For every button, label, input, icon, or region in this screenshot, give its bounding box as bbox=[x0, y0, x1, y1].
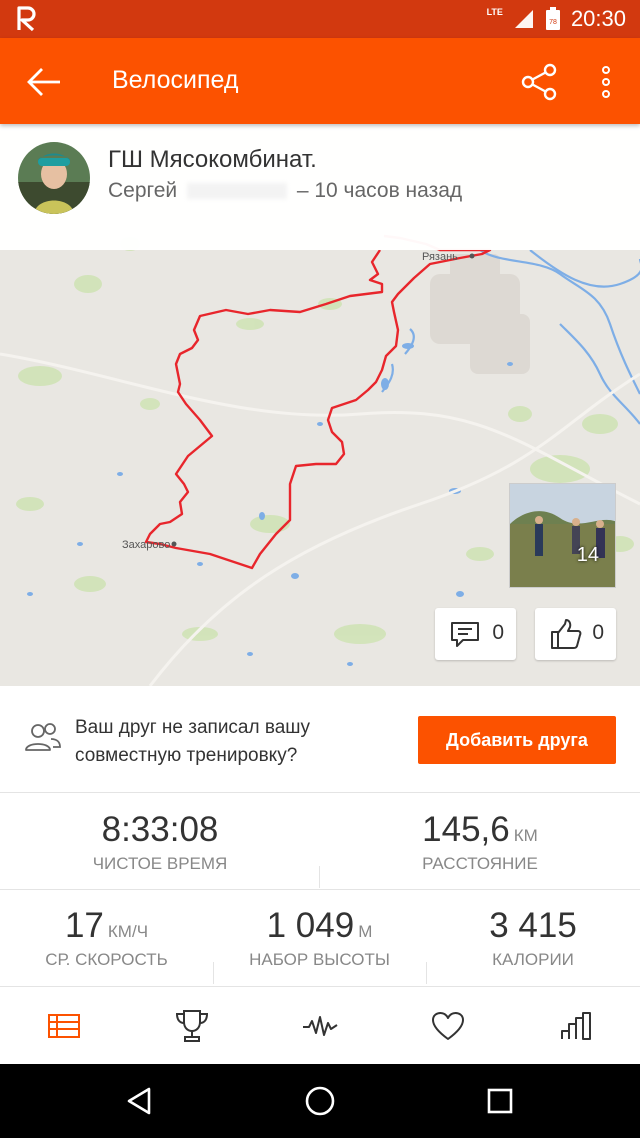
clock: 20:30 bbox=[570, 6, 626, 31]
status-bar: LTE 78 20:30 bbox=[0, 0, 640, 38]
nav-back-button[interactable] bbox=[80, 1064, 200, 1138]
add-friend-button[interactable]: Добавить друга bbox=[418, 716, 616, 764]
avg-speed-unit: КМ/Ч bbox=[107, 922, 149, 941]
distance-unit: КМ bbox=[513, 826, 538, 845]
comment-button[interactable]: 0 bbox=[435, 608, 516, 660]
network-type: LTE bbox=[486, 7, 503, 17]
distance-label: РАССТОЯНИЕ bbox=[422, 854, 538, 873]
divider bbox=[213, 962, 214, 984]
add-friend-prompt: Ваш друг не записал вашу совместную трен… bbox=[0, 686, 640, 793]
trophy-icon bbox=[175, 1010, 209, 1042]
tab-stats[interactable] bbox=[512, 987, 640, 1065]
comment-icon bbox=[451, 622, 479, 647]
activity-meta: Сергей – 10 часов назад bbox=[108, 179, 462, 203]
redacted-surname bbox=[186, 183, 287, 200]
nav-recents-button[interactable] bbox=[440, 1064, 560, 1138]
distance-value: 145,6 bbox=[422, 810, 510, 849]
tab-analysis[interactable] bbox=[256, 987, 384, 1065]
calories-label: КАЛОРИИ bbox=[492, 950, 574, 969]
avg-speed-value: 17 bbox=[64, 906, 104, 945]
thumbs-up-icon bbox=[551, 619, 582, 649]
activity-time-ago: – 10 часов назад bbox=[296, 179, 463, 202]
activity-stats: 8:33:08 ЧИСТОЕ ВРЕМЯ 145,6 КМ РАССТОЯНИЕ … bbox=[0, 794, 640, 986]
elevation-value: 1 049 bbox=[266, 906, 355, 945]
kudos-button[interactable]: 0 bbox=[535, 608, 616, 660]
elevation-label: НАБОР ВЫСОТЫ bbox=[249, 950, 390, 969]
heart-icon bbox=[432, 1012, 464, 1040]
stat-elevation: 1 049 М НАБОР ВЫСОТЫ bbox=[213, 906, 426, 970]
app-bar: Велосипед bbox=[0, 38, 640, 124]
nav-recents-icon bbox=[487, 1088, 513, 1114]
moving-time-value: 8:33:08 bbox=[101, 810, 219, 849]
calories-value: 3 415 bbox=[489, 906, 577, 945]
tab-segments[interactable] bbox=[128, 987, 256, 1065]
page-title: Велосипед bbox=[112, 66, 239, 94]
activity-tab-bar bbox=[0, 986, 640, 1064]
people-icon bbox=[25, 723, 61, 751]
tab-heart-rate[interactable] bbox=[384, 987, 512, 1065]
avg-speed-label: СР. СКОРОСТЬ bbox=[45, 950, 168, 969]
nav-back-icon bbox=[127, 1087, 151, 1115]
system-nav-bar bbox=[0, 1064, 640, 1138]
divider bbox=[426, 962, 427, 984]
activity-header: ГШ Мясокомбинат. Сергей – 10 часов назад bbox=[0, 124, 640, 250]
signal-icon bbox=[514, 10, 533, 28]
strava-logo-icon bbox=[17, 6, 36, 32]
map-label-zakharovo: Захарово bbox=[122, 539, 170, 551]
comment-count: 0 bbox=[492, 621, 504, 644]
battery-icon: 78 bbox=[545, 7, 560, 30]
map-label-ryazan: Рязань bbox=[422, 251, 458, 263]
divider bbox=[0, 889, 640, 890]
nav-home-button[interactable] bbox=[260, 1064, 380, 1138]
svg-text:78: 78 bbox=[549, 19, 557, 26]
bar-chart-icon bbox=[561, 1012, 591, 1040]
athlete-name[interactable]: Сергей bbox=[108, 179, 177, 202]
avatar[interactable] bbox=[18, 142, 90, 214]
activity-name: ГШ Мясокомбинат. bbox=[108, 146, 317, 173]
kudos-count: 0 bbox=[592, 621, 604, 644]
moving-time-label: ЧИСТОЕ ВРЕМЯ bbox=[92, 854, 228, 873]
photo-thumbnail[interactable]: 14 bbox=[509, 483, 616, 588]
more-vertical-icon[interactable] bbox=[592, 62, 620, 102]
stat-calories: 3 415 КАЛОРИИ bbox=[426, 906, 640, 970]
back-arrow-icon[interactable] bbox=[24, 62, 64, 102]
nav-home-icon bbox=[305, 1086, 335, 1116]
stat-moving-time: 8:33:08 ЧИСТОЕ ВРЕМЯ bbox=[0, 810, 320, 874]
summary-list-icon bbox=[48, 1014, 80, 1038]
add-friend-text: Ваш друг не записал вашу совместную трен… bbox=[75, 717, 311, 766]
share-icon[interactable] bbox=[520, 62, 560, 102]
elevation-unit: М bbox=[358, 922, 373, 941]
tab-summary[interactable] bbox=[0, 987, 128, 1065]
photo-count: 14 bbox=[576, 544, 599, 566]
analysis-waveform-icon bbox=[303, 1016, 338, 1036]
stat-avg-speed: 17 КМ/Ч СР. СКОРОСТЬ bbox=[0, 906, 213, 970]
divider bbox=[319, 866, 320, 888]
stat-distance: 145,6 КМ РАССТОЯНИЕ bbox=[320, 810, 640, 874]
